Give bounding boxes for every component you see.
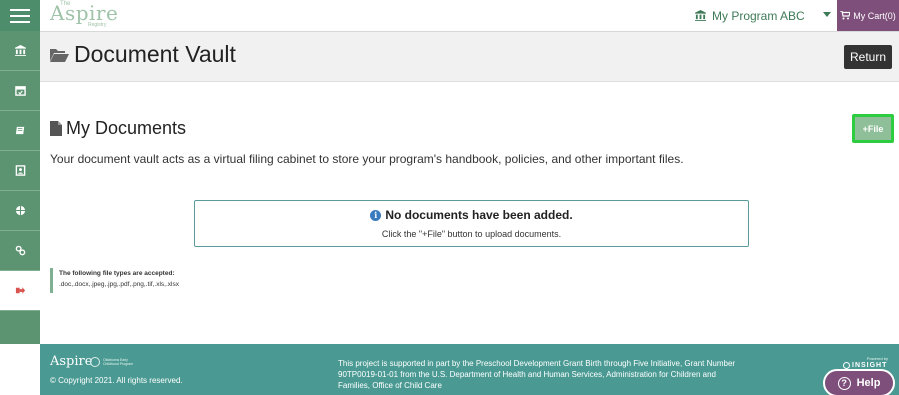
help-button[interactable]: ? Help	[823, 369, 895, 395]
file-types-list: .doc,.docx,.jpeg,.jpg,.pdf,.png,.tif,.xl…	[59, 281, 179, 288]
insight-logo: INSIGHT	[843, 362, 887, 369]
sidebar-item-resources[interactable]	[0, 191, 40, 231]
globe-icon	[15, 205, 25, 216]
side-nav	[0, 31, 40, 344]
accepted-file-types: The following file types are accepted: .…	[50, 268, 179, 293]
sidebar-item-sign-out[interactable]	[0, 271, 40, 311]
sidebar-item-calendar[interactable]	[0, 71, 40, 111]
aspire-logo[interactable]: Aspire	[50, 1, 118, 25]
page-header: Document Vault Return	[40, 32, 899, 82]
logo-registry-text: Registry	[88, 22, 107, 28]
menu-toggle-button[interactable]	[0, 0, 40, 31]
file-icon	[50, 121, 62, 136]
id-card-icon	[15, 165, 25, 176]
section-title: My Documents	[50, 118, 186, 139]
add-file-button[interactable]: +File	[855, 117, 891, 140]
book-icon	[15, 126, 24, 135]
sidebar-item-profile[interactable]	[0, 151, 40, 191]
file-types-title: The following file types are accepted:	[59, 270, 175, 277]
powered-by-label: Powered by	[866, 356, 888, 361]
chevron-down-icon[interactable]	[823, 12, 831, 17]
footer-logo: Aspire	[50, 354, 93, 369]
cart-label: My Cart(0)	[853, 10, 896, 21]
program-selector[interactable]: My Program ABC	[695, 0, 805, 31]
page-title-text: Document Vault	[74, 41, 236, 67]
folder-open-icon	[50, 48, 69, 62]
bank-icon	[695, 10, 706, 21]
top-bar: The Aspire Registry My Program ABC My Ca…	[40, 0, 899, 32]
program-name: My Program ABC	[712, 8, 805, 23]
bank-icon	[14, 45, 26, 56]
help-label: Help	[856, 377, 881, 389]
insight-icon	[843, 362, 850, 369]
add-file-highlight: +File	[852, 114, 894, 143]
sidebar-item-home[interactable]	[0, 31, 40, 71]
page-title: Document Vault	[50, 41, 236, 68]
empty-state-title-text: No documents have been added.	[385, 208, 573, 222]
footer: Aspire Oklahoma Early Childhood Program …	[40, 344, 899, 395]
sign-out-icon	[15, 287, 25, 294]
info-icon: i	[370, 209, 382, 221]
insight-text: INSIGHT	[852, 362, 888, 369]
partner-logo: Oklahoma Early Childhood Program	[90, 357, 143, 367]
section-title-text: My Documents	[66, 118, 187, 138]
return-button[interactable]: Return	[844, 45, 892, 69]
link-icon	[15, 245, 25, 256]
cart-icon	[840, 11, 851, 20]
sidebar	[0, 0, 40, 395]
sidebar-item-links[interactable]	[0, 231, 40, 271]
empty-state-box: i No documents have been added. Click th…	[194, 200, 749, 247]
vault-description: Your document vault acts as a virtual fi…	[50, 152, 684, 166]
sidebar-item-learning[interactable]	[0, 111, 40, 151]
question-icon: ?	[837, 376, 851, 390]
cart-button[interactable]: My Cart(0)	[837, 0, 899, 31]
empty-state-hint: Click the "+File" button to upload docum…	[381, 229, 562, 239]
hamburger-icon	[10, 8, 30, 23]
partner-text: Oklahoma Early Childhood Program	[103, 358, 134, 366]
copyright: © Copyright 2021. All rights reserved.	[50, 376, 183, 385]
partner-seal-icon	[90, 357, 100, 367]
calendar-icon	[14, 86, 26, 96]
empty-state-title: i No documents have been added.	[195, 208, 748, 222]
funding-note: This project is supported in part by the…	[338, 359, 736, 390]
